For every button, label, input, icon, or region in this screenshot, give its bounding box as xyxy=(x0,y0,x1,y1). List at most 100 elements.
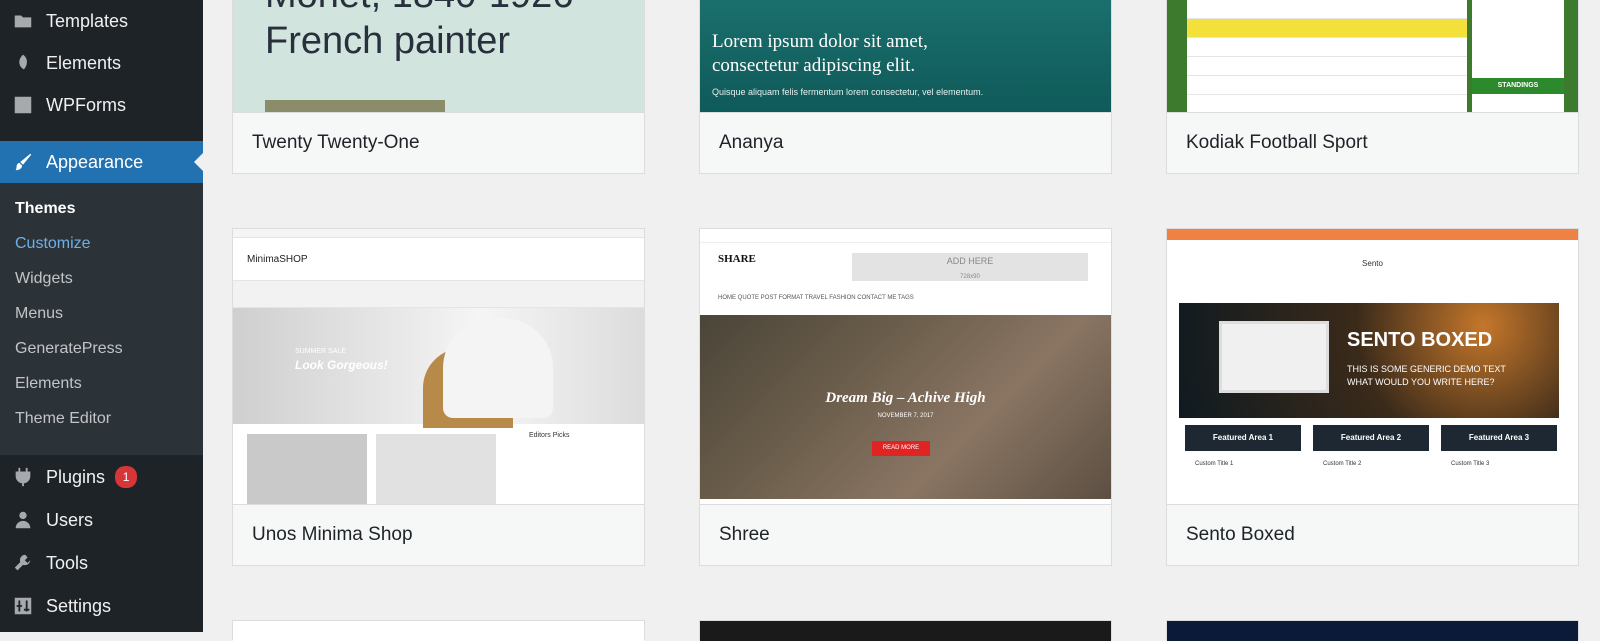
themes-grid: Monet, 1840-1926French painter Twenty Tw… xyxy=(203,0,1600,641)
menu-item-wpforms[interactable]: WPForms xyxy=(0,84,203,126)
menu-item-templates[interactable]: Templates xyxy=(0,0,203,42)
theme-card[interactable]: SHARE ADD HERE 728x90 HOME QUOTE POST FOR… xyxy=(699,228,1112,566)
theme-screenshot[interactable]: Lorem ipsum dolor sit amet, consectetur … xyxy=(700,0,1111,112)
theme-screenshot[interactable]: SHARE ADD HERE 728x90 HOME QUOTE POST FOR… xyxy=(700,229,1111,504)
preview-custom-title: Custom Title 1 xyxy=(1195,461,1234,467)
submenu-theme-editor[interactable]: Theme Editor xyxy=(15,410,111,428)
preview-row xyxy=(1187,38,1467,57)
theme-screenshot[interactable]: STANDINGS xyxy=(1167,0,1578,112)
appearance-submenu: Themes Customize Widgets Menus GenerateP… xyxy=(0,183,203,455)
preview-featured-area: Featured Area 3 xyxy=(1441,425,1557,451)
preview-date: NOVEMBER 7, 2017 xyxy=(877,413,934,419)
theme-screenshot[interactable] xyxy=(700,621,1111,641)
theme-card[interactable] xyxy=(1166,620,1579,641)
theme-screenshot[interactable] xyxy=(1167,621,1578,641)
preview-standings-label: STANDINGS xyxy=(1472,78,1564,94)
preview-image xyxy=(265,100,445,112)
theme-card[interactable] xyxy=(699,620,1112,641)
preview-topbar xyxy=(233,229,644,238)
preview-featured-area: Featured Area 1 xyxy=(1185,425,1301,451)
menu-item-plugins[interactable]: Plugins 1 xyxy=(0,456,203,498)
menu-item-tools[interactable]: Tools xyxy=(0,542,203,584)
theme-name: Shree xyxy=(700,504,1111,565)
theme-card[interactable]: Monet, 1840-1926French painter Twenty Tw… xyxy=(232,0,645,174)
form-icon xyxy=(10,92,36,118)
preview-brand: MinimaSHOP xyxy=(247,253,308,265)
theme-screenshot[interactable]: Sento SENTO BOXED THIS IS SOME GENERIC D… xyxy=(1167,229,1578,504)
theme-card[interactable]: Lorem ipsum dolor sit amet, consectetur … xyxy=(699,0,1112,174)
menu-item-elements[interactable]: Elements xyxy=(0,42,203,84)
preview-custom-title: Custom Title 2 xyxy=(1323,461,1362,467)
preview-model-image xyxy=(443,318,553,418)
menu-item-users[interactable]: Users xyxy=(0,499,203,541)
theme-card[interactable]: Sento SENTO BOXED THIS IS SOME GENERIC D… xyxy=(1166,228,1579,566)
preview-product-image xyxy=(247,434,367,504)
preview-headline: Look Gorgeous! xyxy=(295,358,388,372)
preview-hero: Dream Big – Achive High NOVEMBER 7, 2017… xyxy=(700,315,1111,499)
preview-custom-title: Custom Title 3 xyxy=(1451,461,1490,467)
preview-hero: SENTO BOXED THIS IS SOME GENERIC DEMO TE… xyxy=(1179,303,1559,418)
preview-headline: SENTO BOXED xyxy=(1347,329,1493,351)
theme-card[interactable] xyxy=(232,620,645,641)
menu-label: Elements xyxy=(46,52,122,73)
preview-row xyxy=(1187,19,1467,38)
theme-card[interactable]: MinimaSHOP SUMMER SALE Look Gorgeous! Ed… xyxy=(232,228,645,566)
theme-name: Unos Minima Shop xyxy=(233,504,644,565)
menu-label: Templates xyxy=(46,10,129,31)
submenu-menus[interactable]: Menus xyxy=(15,305,63,323)
menu-label: WPForms xyxy=(46,94,126,115)
menu-label: Users xyxy=(46,509,94,530)
submenu-customize[interactable]: Customize xyxy=(15,235,91,253)
menu-item-appearance[interactable]: Appearance xyxy=(0,141,203,183)
preview-monitor-image xyxy=(1219,321,1329,393)
submenu-elements[interactable]: Elements xyxy=(15,375,82,393)
preview-hero: SUMMER SALE Look Gorgeous! xyxy=(233,308,644,424)
theme-name: Ananya xyxy=(700,112,1111,173)
menu-label: Appearance xyxy=(46,151,144,172)
menu-label: Tools xyxy=(46,552,89,573)
submenu-themes[interactable]: Themes xyxy=(15,200,75,218)
preview-side-widget xyxy=(1472,0,1564,112)
preview-subtext: Quisque aliquam felis fermentum lorem co… xyxy=(712,87,984,97)
theme-screenshot[interactable]: Monet, 1840-1926French painter xyxy=(233,0,644,112)
update-count-badge: 1 xyxy=(115,466,138,488)
admin-sidebar: Templates Elements WPForms Appearance Th… xyxy=(0,0,203,632)
preview-product-strip xyxy=(233,280,644,308)
preview-featured-area: Featured Area 2 xyxy=(1313,425,1429,451)
menu-label: Plugins xyxy=(46,466,106,487)
preview-row xyxy=(1187,76,1467,95)
theme-screenshot[interactable]: MinimaSHOP SUMMER SALE Look Gorgeous! Ed… xyxy=(233,229,644,504)
submenu-generatepress[interactable]: GeneratePress xyxy=(15,340,123,358)
preview-subtext: THIS IS SOME GENERIC DEMO TEXT WHAT WOULD… xyxy=(1347,364,1506,387)
preview-topbar xyxy=(700,229,1111,243)
preview-standings-table xyxy=(1187,0,1467,112)
preview-nav: HOME QUOTE POST FORMAT TRAVEL FASHION CO… xyxy=(718,295,914,301)
preview-read-more: READ MORE xyxy=(872,441,930,456)
theme-name: Kodiak Football Sport xyxy=(1167,112,1578,173)
preview-row xyxy=(1187,0,1467,19)
settings-icon xyxy=(10,593,36,619)
menu-item-settings[interactable]: Settings xyxy=(0,585,203,627)
theme-card[interactable]: STANDINGS Kodiak Football Sport xyxy=(1166,0,1579,174)
theme-name: Sento Boxed xyxy=(1167,504,1578,565)
preview-headline: Lorem ipsum dolor sit amet, consectetur … xyxy=(712,31,928,76)
preview-brand: Sento xyxy=(1362,259,1383,268)
theme-name: Twenty Twenty-One xyxy=(233,112,644,173)
paintbrush-icon xyxy=(10,149,36,175)
theme-screenshot[interactable] xyxy=(233,621,644,641)
preview-text: Monet, 1840-1926French painter xyxy=(265,0,573,62)
preview-topbar xyxy=(1167,229,1578,240)
user-icon xyxy=(10,507,36,533)
preview-brand: SHARE xyxy=(718,253,756,265)
preview-row xyxy=(1187,57,1467,76)
folder-icon xyxy=(10,8,36,34)
preview-editors-picks: Editors Picks xyxy=(529,432,570,439)
plug-icon xyxy=(10,464,36,490)
preview-ad-banner: ADD HERE 728x90 xyxy=(852,253,1088,281)
preview-sale-label: SUMMER SALE xyxy=(295,348,346,355)
wrench-icon xyxy=(10,550,36,576)
submenu-widgets[interactable]: Widgets xyxy=(15,270,73,288)
preview-headline: Dream Big – Achive High xyxy=(825,390,986,406)
preview-product-image xyxy=(376,434,496,504)
menu-label: Settings xyxy=(46,595,112,616)
